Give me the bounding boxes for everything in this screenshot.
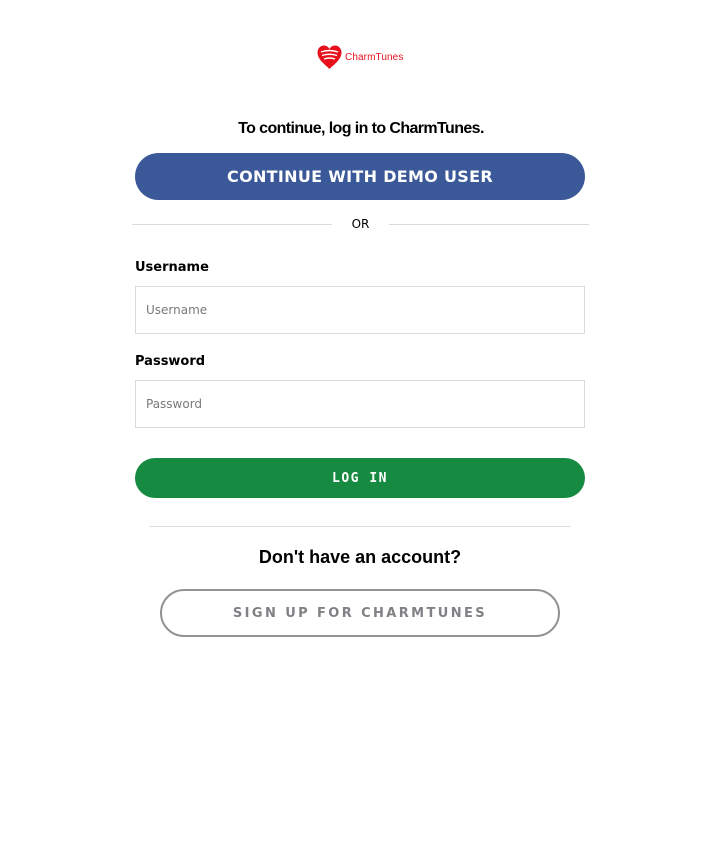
continue-demo-user-button[interactable]: CONTINUE WITH DEMO USER (135, 153, 585, 200)
log-in-button[interactable]: LOG IN (135, 458, 585, 498)
divider-right (389, 224, 589, 225)
login-intro-text: To continue, log in to CharmTunes. (238, 120, 484, 137)
password-input[interactable] (135, 380, 585, 428)
username-input[interactable] (135, 286, 585, 334)
login-page: CharmTunes To continue, log in to CharmT… (0, 0, 725, 866)
charmtunes-logo[interactable]: CharmTunes (316, 44, 403, 70)
password-label: Password (135, 354, 206, 369)
section-divider (150, 526, 570, 527)
no-account-prompt: Don't have an account? (258, 547, 462, 567)
logo-text: CharmTunes (345, 51, 404, 63)
username-label: Username (135, 260, 209, 275)
heart-logo-icon (317, 45, 342, 69)
divider-or-text: OR (351, 217, 370, 231)
sign-up-button[interactable]: SIGN UP FOR CHARMTUNES (160, 589, 560, 637)
divider-left (132, 224, 332, 225)
